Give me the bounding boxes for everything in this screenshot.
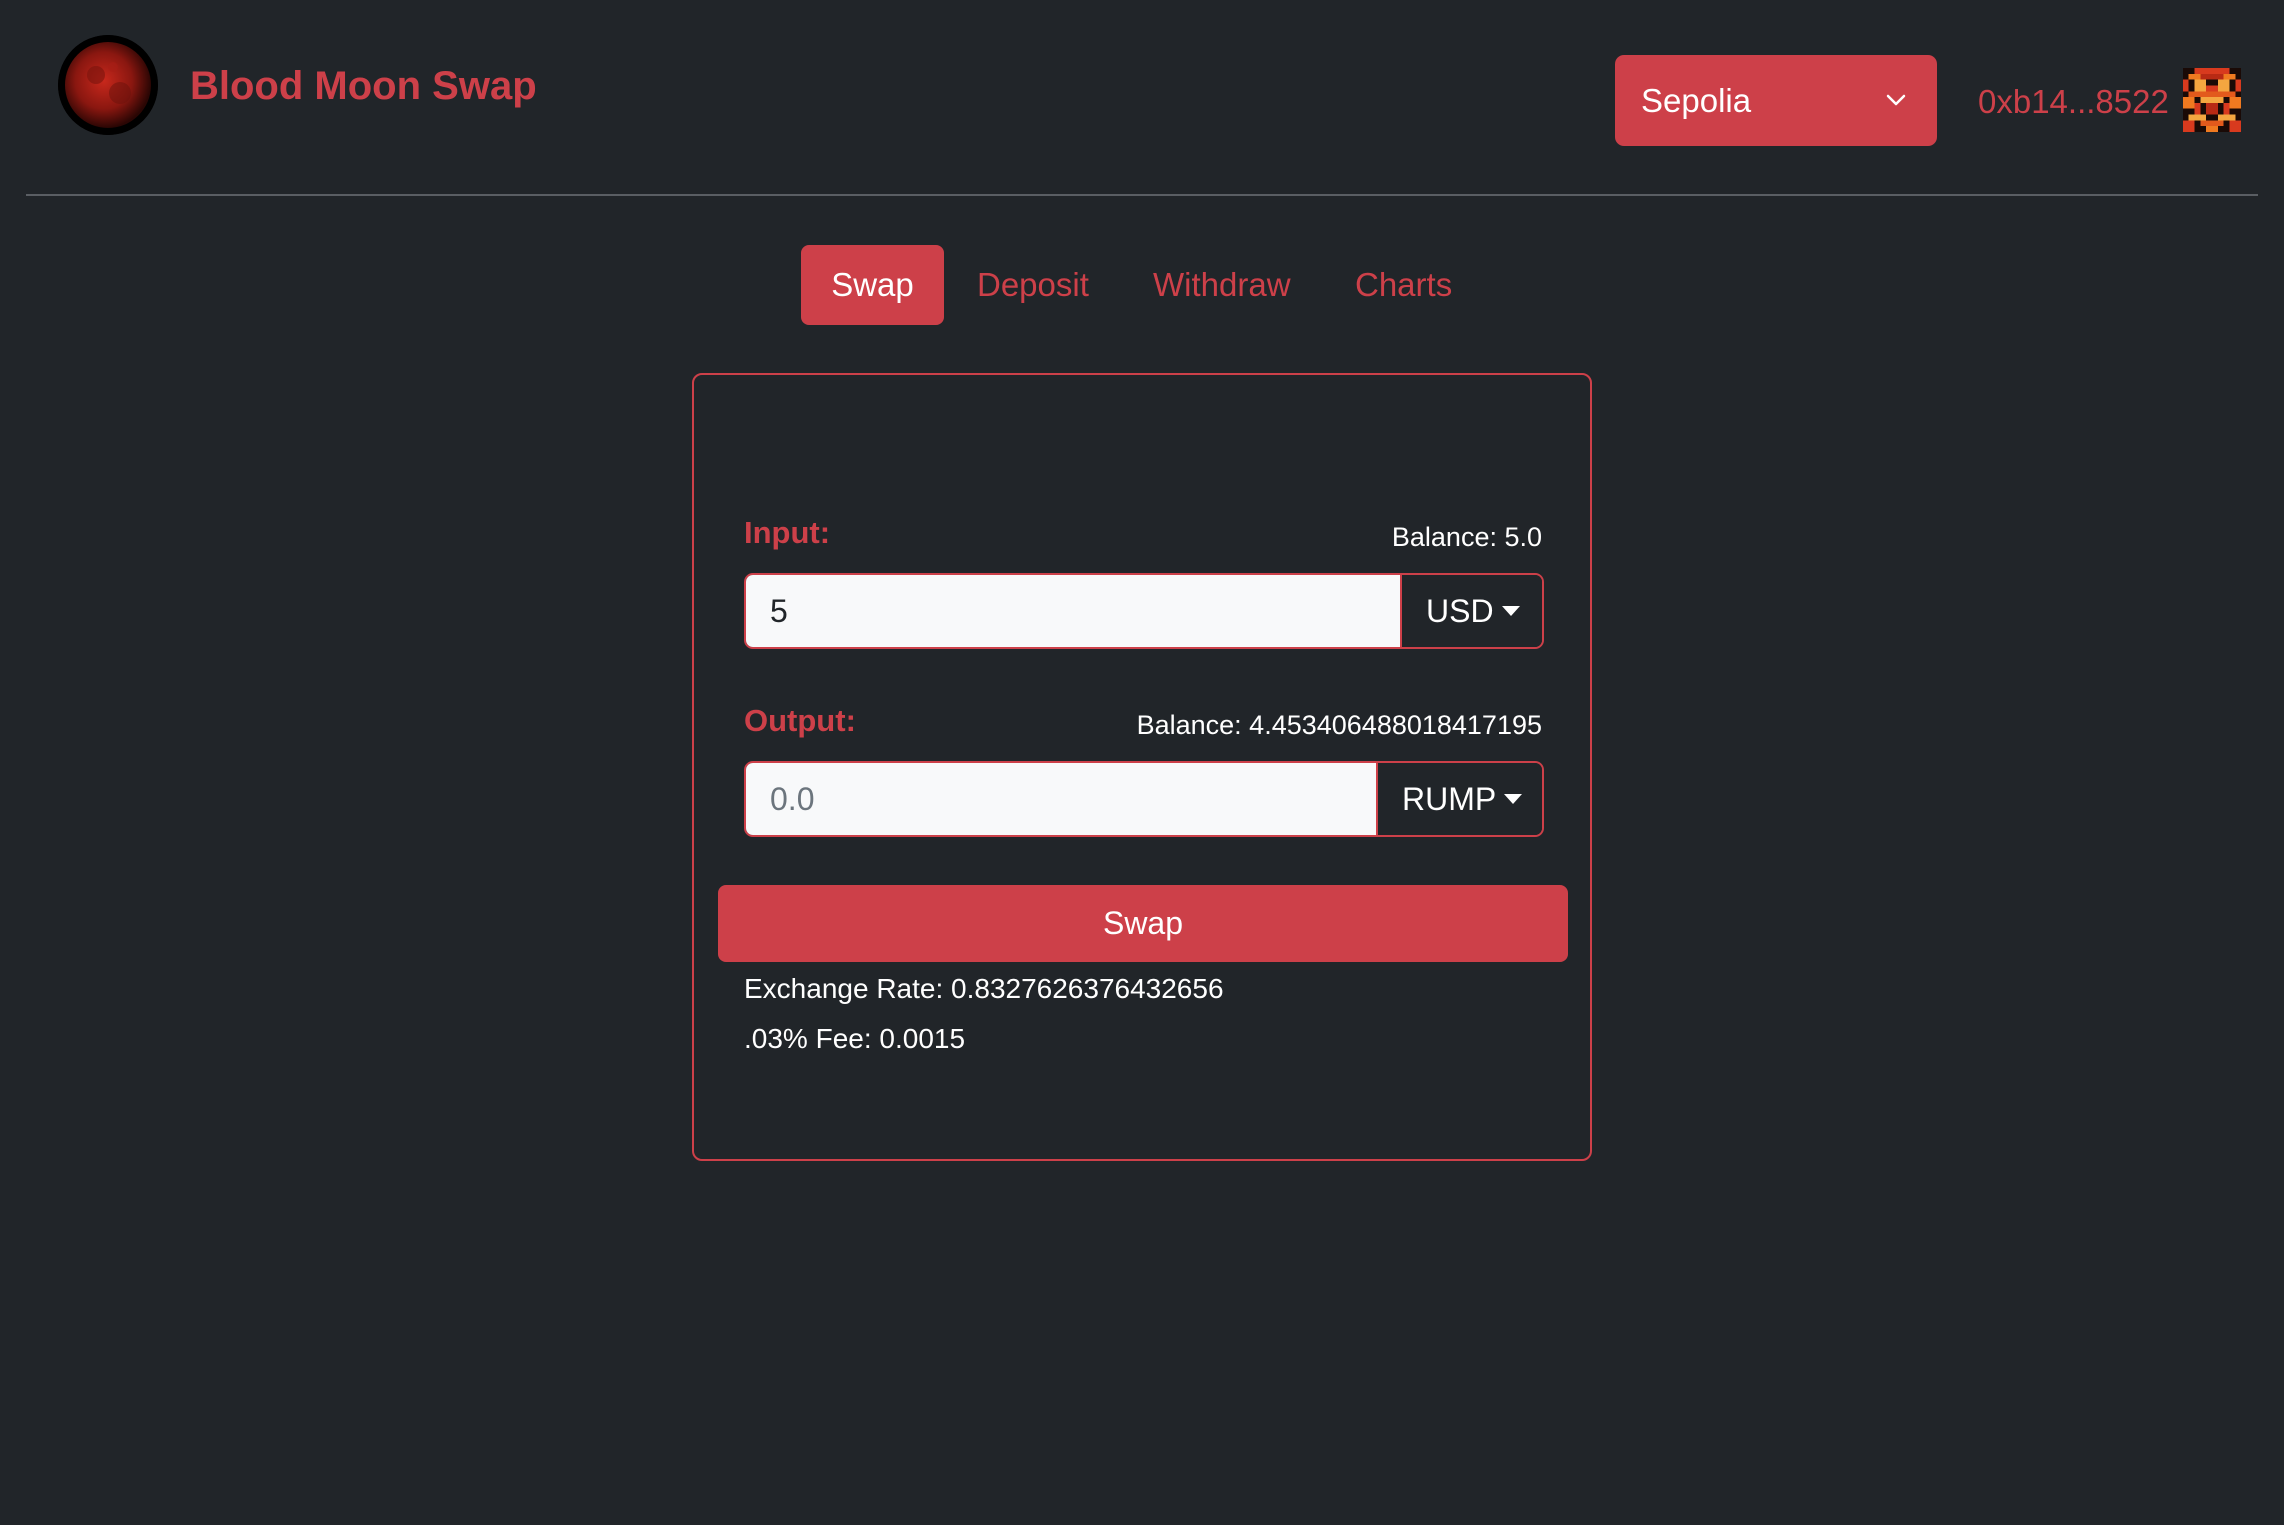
account-address[interactable]: 0xb14...8522 bbox=[1978, 80, 2169, 124]
input-label: Input: bbox=[744, 515, 831, 550]
swap-button[interactable]: Swap bbox=[718, 885, 1568, 962]
tab-deposit[interactable]: Deposit bbox=[977, 245, 1089, 325]
tab-charts[interactable]: Charts bbox=[1355, 245, 1452, 325]
input-amount-field[interactable] bbox=[746, 575, 1400, 647]
app-header: Blood Moon Swap Sepolia 0xb14...8522 bbox=[0, 0, 2284, 196]
input-token-dropdown[interactable]: USD bbox=[1400, 575, 1542, 647]
exchange-rate-text: Exchange Rate: 0.8327626376432656 bbox=[744, 973, 1224, 1004]
caret-down-icon bbox=[1501, 605, 1520, 616]
network-select[interactable]: Sepolia bbox=[1615, 55, 1937, 146]
input-token-label: USD bbox=[1426, 593, 1494, 629]
chevron-down-icon bbox=[1886, 94, 1906, 106]
blood-moon-logo-icon[interactable] bbox=[58, 35, 158, 135]
identicon-avatar-icon[interactable] bbox=[2182, 68, 2242, 132]
tab-withdraw[interactable]: Withdraw bbox=[1153, 245, 1291, 325]
header-divider bbox=[26, 194, 2258, 196]
output-token-label: RUMP bbox=[1402, 781, 1497, 817]
network-select-value: Sepolia bbox=[1641, 82, 1752, 119]
input-amount-group: USD bbox=[744, 573, 1544, 649]
caret-down-icon bbox=[1504, 793, 1523, 804]
output-label: Output: bbox=[744, 703, 856, 738]
fee-text: .03% Fee: 0.0015 bbox=[744, 1023, 966, 1054]
output-amount-group: RUMP bbox=[744, 761, 1544, 837]
input-balance: Balance: 5.0 bbox=[1391, 522, 1542, 552]
tab-swap[interactable]: Swap bbox=[801, 245, 944, 325]
output-amount-field[interactable] bbox=[746, 763, 1376, 835]
output-token-dropdown[interactable]: RUMP bbox=[1376, 763, 1542, 835]
output-balance: Balance: 4.453406488018417195 bbox=[1136, 710, 1542, 740]
app-title[interactable]: Blood Moon Swap bbox=[190, 58, 537, 114]
swap-card: Input: Balance: 5.0 USD Output: Balance:… bbox=[692, 373, 1592, 1161]
